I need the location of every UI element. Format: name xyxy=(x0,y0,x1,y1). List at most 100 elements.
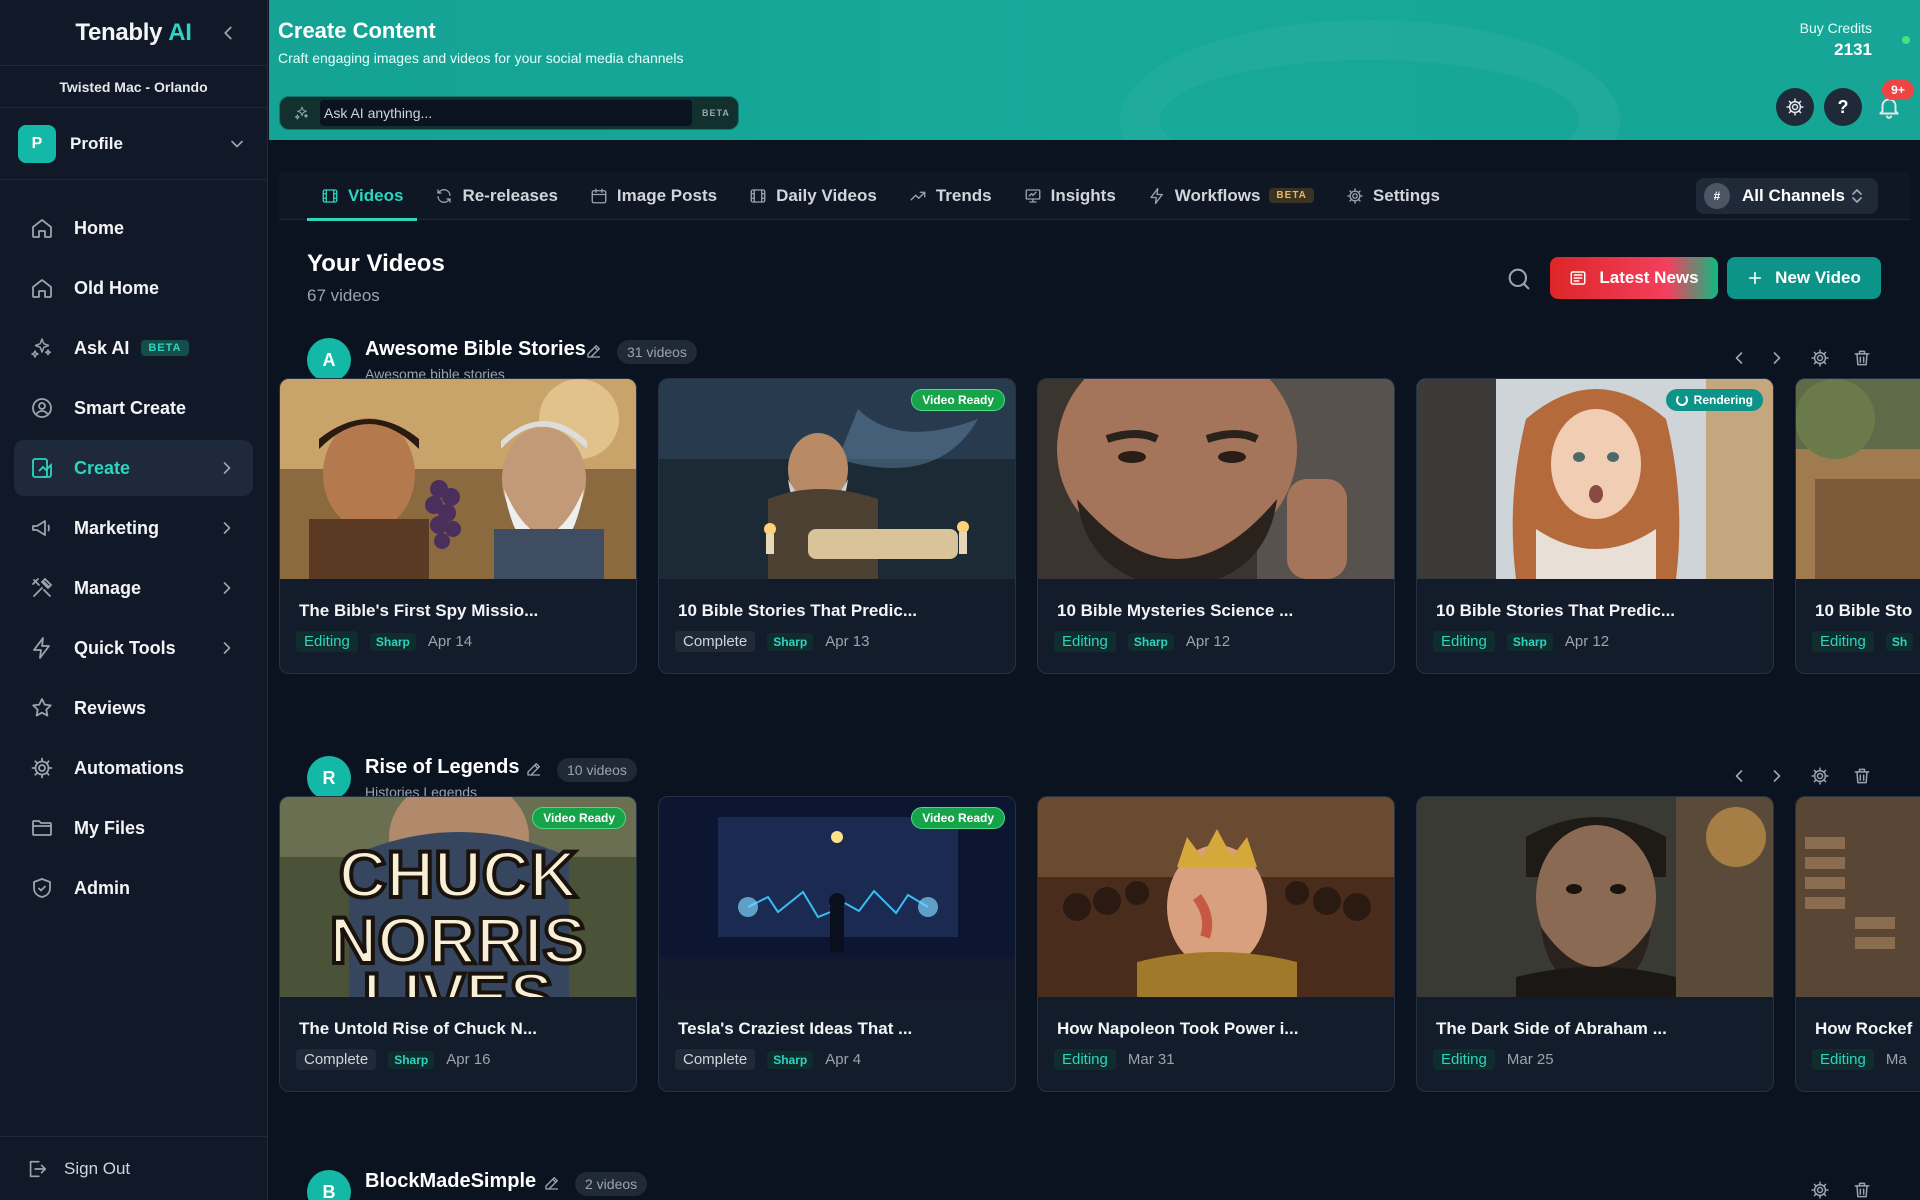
video-card[interactable]: The Dark Side of Abraham ... Editing Mar … xyxy=(1416,796,1774,1092)
sidebar-item-create[interactable]: Create xyxy=(14,440,253,496)
tab-daily-videos[interactable]: Daily Videos xyxy=(735,172,891,220)
channel-avatar: R xyxy=(307,756,351,800)
gear-icon xyxy=(1810,348,1830,368)
video-card[interactable]: The Bible's First Spy Missio... Editing S… xyxy=(279,378,637,674)
video-date: Apr 16 xyxy=(446,1051,491,1068)
video-title: 10 Bible Mysteries Science ... xyxy=(1057,601,1294,620)
channel-settings-button[interactable] xyxy=(1810,1180,1830,1200)
collapse-sidebar-button[interactable] xyxy=(217,22,239,44)
tab-settings[interactable]: Settings xyxy=(1332,172,1454,220)
presentation-icon xyxy=(1024,187,1042,205)
video-title: How Rockef xyxy=(1815,1019,1913,1038)
sidebar-item-admin[interactable]: Admin xyxy=(14,860,253,916)
quality-badge: Sharp xyxy=(767,1050,814,1069)
sidebar-item-automations[interactable]: Automations xyxy=(14,740,253,796)
video-date: Mar 25 xyxy=(1506,1051,1554,1068)
video-meta: Editing Sharp Apr 14 xyxy=(296,631,472,652)
sidebar-item-manage[interactable]: Manage xyxy=(14,560,253,616)
video-date: Mar 31 xyxy=(1127,1051,1175,1068)
trend-icon xyxy=(909,187,927,205)
settings-button[interactable] xyxy=(1776,88,1814,126)
video-card[interactable]: How Napoleon Took Power i... Editing Mar … xyxy=(1037,796,1395,1092)
video-date: Apr 12 xyxy=(1185,633,1231,650)
video-carousel: CHUCK NORRIS LIVES Video Ready The Untold … xyxy=(279,796,1920,1096)
sidebar-item-old-home[interactable]: Old Home xyxy=(14,260,253,316)
tab-label: Trends xyxy=(935,185,992,205)
ask-ai-bar: BETA xyxy=(279,96,739,130)
ask-ai-input[interactable] xyxy=(320,100,692,126)
edit-channel-button[interactable] xyxy=(543,1174,561,1192)
status-badge: Editing xyxy=(1812,631,1874,652)
sidebar-item-label: Home xyxy=(74,217,125,238)
video-card[interactable]: 10 Bible Sto Editing Sh xyxy=(1795,378,1920,674)
sidebar-item-my-files[interactable]: My Files xyxy=(14,800,253,856)
status-badge: Editing xyxy=(1433,1049,1495,1070)
sidebar-item-quick-tools[interactable]: Quick Tools xyxy=(14,620,253,676)
sidebar-item-reviews[interactable]: Reviews xyxy=(14,680,253,736)
video-meta: Editing Ma xyxy=(1812,1049,1907,1070)
tab-trends[interactable]: Trends xyxy=(895,172,1006,220)
channel-select[interactable]: # All Channels xyxy=(1696,178,1878,214)
buy-credits-link[interactable]: Buy Credits xyxy=(1800,20,1872,36)
video-card[interactable]: How Rockef Editing Ma xyxy=(1795,796,1920,1092)
latest-news-button[interactable]: Latest News xyxy=(1550,257,1718,299)
calendar-icon xyxy=(590,187,608,205)
tab-workflows[interactable]: Workflows BETA xyxy=(1134,172,1328,220)
trash-icon xyxy=(1852,766,1872,786)
video-ready-badge: Video Ready xyxy=(911,389,1005,411)
bolt-icon xyxy=(30,636,54,660)
edit-channel-button[interactable] xyxy=(585,342,603,360)
ask-ai-beta-badge: BETA xyxy=(702,108,730,118)
help-button[interactable]: ? xyxy=(1824,88,1862,126)
video-card[interactable]: Video Ready 10 Bible Stories That Predic.… xyxy=(658,378,1016,674)
tab-label: Re-releases xyxy=(462,185,558,205)
scroll-left-button[interactable] xyxy=(1729,766,1749,786)
video-thumbnail xyxy=(1038,797,1394,997)
refresh-icon xyxy=(435,187,453,205)
sidebar-item-smart-create[interactable]: Smart Create xyxy=(14,380,253,436)
video-card[interactable]: 10 Bible Mysteries Science ... Editing Sh… xyxy=(1037,378,1395,674)
chevron-down-icon xyxy=(227,134,247,154)
status-badge: Complete xyxy=(296,1049,377,1070)
video-card[interactable]: CHUCK NORRIS LIVES Video Ready The Untold … xyxy=(279,796,637,1092)
sidebar-item-home[interactable]: Home xyxy=(14,200,253,256)
search-button[interactable] xyxy=(1505,265,1533,293)
delete-channel-button[interactable] xyxy=(1852,766,1872,786)
trash-icon xyxy=(1852,1180,1872,1200)
video-title: The Bible's First Spy Missio... xyxy=(299,601,539,620)
channel-video-count: 2 videos xyxy=(575,1172,648,1196)
sign-out-button[interactable]: Sign Out xyxy=(0,1136,267,1200)
video-thumbnail xyxy=(1796,379,1920,579)
sidebar-item-marketing[interactable]: Marketing xyxy=(14,500,253,556)
header-decoration xyxy=(1120,20,1620,140)
channel-settings-button[interactable] xyxy=(1810,348,1830,368)
tab-insights[interactable]: Insights xyxy=(1010,172,1130,220)
video-meta: Editing Sharp Apr 12 xyxy=(1433,631,1609,652)
channel-section: R Rise of Legends 10 videos Histories Le… xyxy=(279,756,1920,1136)
app-logo[interactable]: Tenably AI xyxy=(75,19,192,47)
sidebar-item-label: Admin xyxy=(74,877,130,898)
delete-channel-button[interactable] xyxy=(1852,1180,1872,1200)
video-card[interactable]: Video Ready Tesla's Craziest Ideas That .… xyxy=(658,796,1016,1092)
content-tabs: Videos Re-releases Image Posts Daily Videos… xyxy=(279,172,1910,221)
video-meta: Complete Sharp Apr 13 xyxy=(675,631,869,652)
edit-channel-button[interactable] xyxy=(525,760,543,778)
channel-section: B BlockMadeSimple 2 videos xyxy=(279,1170,1920,1200)
scroll-right-button[interactable] xyxy=(1767,766,1787,786)
chevron-right-icon xyxy=(217,578,237,598)
profile-selector[interactable]: P Profile xyxy=(0,108,267,180)
video-card[interactable]: Rendering 10 Bible Stories That Predic...… xyxy=(1416,378,1774,674)
channel-settings-button[interactable] xyxy=(1810,766,1830,786)
edit-icon xyxy=(525,760,543,778)
tab-re-releases[interactable]: Re-releases xyxy=(421,172,571,220)
tab-videos[interactable]: Videos xyxy=(279,172,418,221)
new-video-button[interactable]: New Video xyxy=(1727,257,1881,299)
chevron-left-icon xyxy=(217,22,239,44)
video-date: Apr 13 xyxy=(825,633,870,650)
sidebar-item-label: Manage xyxy=(74,577,142,598)
sidebar-item-ask-ai[interactable]: Ask AI BETA xyxy=(14,320,253,376)
delete-channel-button[interactable] xyxy=(1852,348,1872,368)
scroll-left-button[interactable] xyxy=(1729,348,1749,368)
tab-image-posts[interactable]: Image Posts xyxy=(576,172,731,220)
scroll-right-button[interactable] xyxy=(1767,348,1787,368)
